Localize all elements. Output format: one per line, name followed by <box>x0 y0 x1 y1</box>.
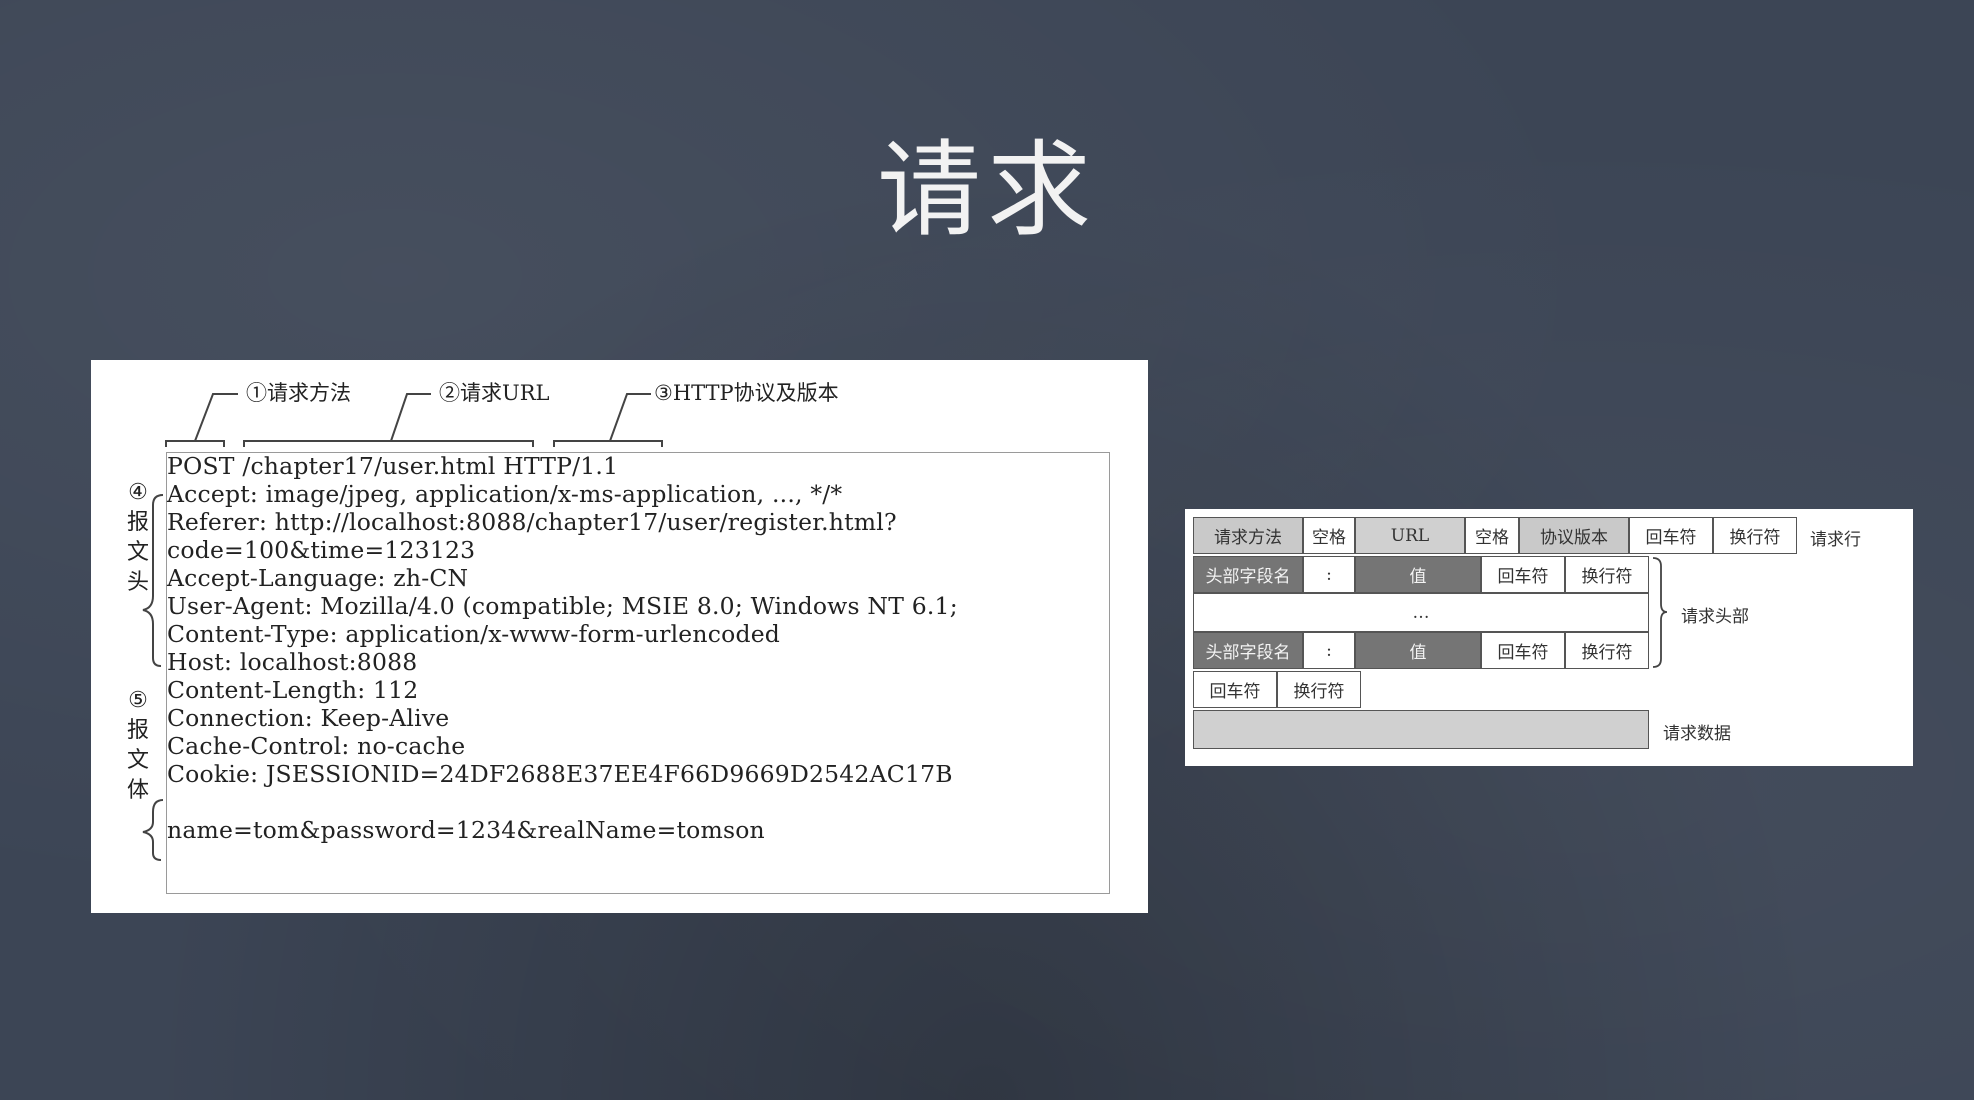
header-line: Cache-Control: no-cache <box>167 732 466 760</box>
cell-carriage-return: 回车符 <box>1481 556 1565 593</box>
header-char: 文 <box>126 540 149 565</box>
cell-request-method: 请求方法 <box>1193 517 1303 554</box>
cell-carriage-return: 回车符 <box>1629 517 1713 554</box>
cell-protocol-version: 协议版本 <box>1519 517 1629 554</box>
body-line: name=tom&password=1234&realName=tomson <box>167 816 765 844</box>
header-line: Cookie: JSESSIONID=24DF2688E37EE4F66D966… <box>167 760 953 788</box>
header-line: Connection: Keep-Alive <box>167 704 450 732</box>
cell-carriage-return: 回车符 <box>1193 671 1277 708</box>
cell-line-feed: 换行符 <box>1565 632 1649 669</box>
header-line: Referer: http://localhost:8088/chapter17… <box>167 508 897 536</box>
cell-colon: : <box>1303 556 1355 593</box>
request-line: POST /chapter17/user.html HTTP/1.1 <box>167 452 619 480</box>
http-request-example: ①请求方法 ②请求URL ③HTTP协议及版本 ④ 报 文 头 ⑤ 报 文 体 … <box>91 360 1148 913</box>
header-label: ④ 报 文 头 <box>125 478 151 598</box>
cell-space: 空格 <box>1303 517 1355 554</box>
body-char: 文 <box>126 748 149 773</box>
cell-header-field-name: 头部字段名 <box>1193 556 1303 593</box>
label-request-line: 请求行 <box>1810 530 1861 550</box>
callout-request-url: ②请求URL <box>439 381 550 405</box>
header-number: ④ <box>128 480 148 505</box>
header-line: Content-Length: 112 <box>167 676 419 704</box>
header-brace <box>1652 557 1668 668</box>
cell-url: URL <box>1355 517 1465 554</box>
label-request-header: 请求头部 <box>1681 607 1749 627</box>
slide-title: 请求 <box>876 129 1097 251</box>
cell-request-data <box>1193 710 1649 749</box>
request-format-diagram: 请求方法 空格 URL 空格 协议版本 回车符 换行符 请求行 头部字段名 : … <box>1185 509 1913 766</box>
body-number: ⑤ <box>128 688 148 713</box>
cell-space: 空格 <box>1465 517 1519 554</box>
header-line: Host: localhost:8088 <box>167 648 418 676</box>
cell-carriage-return: 回车符 <box>1481 632 1565 669</box>
cell-colon: : <box>1303 632 1355 669</box>
header-char: 头 <box>126 570 149 595</box>
callout-request-method: ①请求方法 <box>246 381 351 405</box>
cell-line-feed: 换行符 <box>1277 671 1361 708</box>
cell-line-feed: 换行符 <box>1565 556 1649 593</box>
header-line: Accept-Language: zh-CN <box>167 564 469 592</box>
body-char: 报 <box>126 718 149 743</box>
cell-header-value: 值 <box>1355 632 1481 669</box>
header-char: 报 <box>126 510 149 535</box>
header-line: Content-Type: application/x-www-form-url… <box>167 620 781 648</box>
callout-http-version: ③HTTP协议及版本 <box>654 381 839 405</box>
header-line: code=100&time=123123 <box>167 536 476 564</box>
header-line: User-Agent: Mozilla/4.0 (compatible; MSI… <box>167 592 958 620</box>
cell-line-feed: 换行符 <box>1713 517 1797 554</box>
header-line: Accept: image/jpeg, application/x-ms-app… <box>167 480 843 508</box>
cell-ellipsis: … <box>1193 593 1649 632</box>
body-char: 体 <box>126 778 149 803</box>
cell-header-value: 值 <box>1355 556 1481 593</box>
label-request-data: 请求数据 <box>1663 724 1731 744</box>
body-label: ⑤ 报 文 体 <box>125 686 151 806</box>
cell-header-field-name: 头部字段名 <box>1193 632 1303 669</box>
